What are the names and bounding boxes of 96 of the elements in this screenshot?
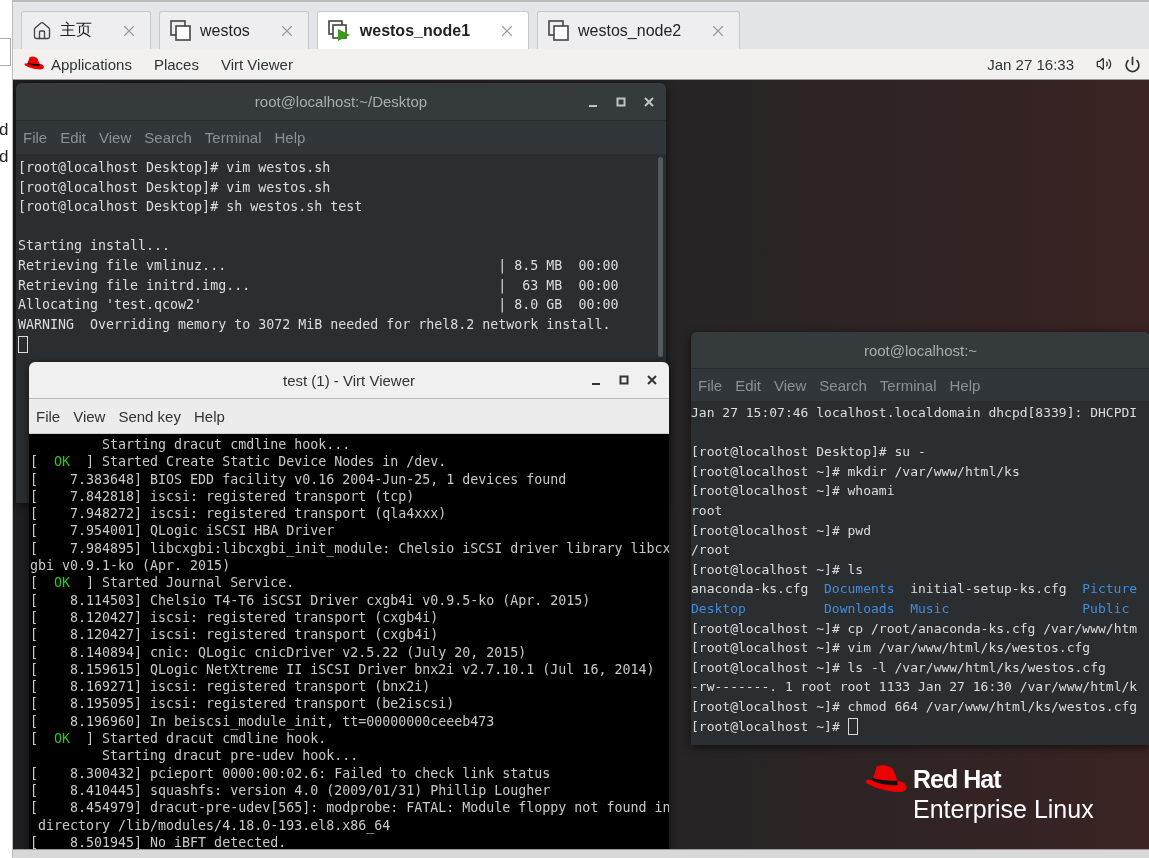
directory-name: Public [1082,599,1130,618]
directory-name: Desktop [691,599,747,618]
top-menu[interactable]: Applications [51,55,132,73]
tab[interactable]: westos_node1 [316,11,530,49]
tab[interactable]: westos [159,11,309,49]
power-icon[interactable] [1124,55,1141,73]
terminal-line: Retrieving file vmlinuz... | 8.5 MB 00:00 [18,256,620,276]
console-line: [ OK ] Started dracut cmdline hook. [30,730,328,748]
console-line: [ 8.195095] iscsi: registered transport (be2iscsi) [30,695,456,713]
maximize-icon[interactable] [617,373,631,387]
logo-text: Enterprise Linux [913,794,1094,824]
directory-name: Picture [1082,580,1138,599]
terminal-line: [root@localhost ~]# ls [691,560,865,579]
menu-item[interactable]: Search [819,376,867,394]
volume-icon[interactable] [1096,56,1112,72]
windows-icon [170,19,192,42]
terminal-line: [root@localhost ~]# cp /root/anaconda-ks.cfg /var/www/htm [691,619,1139,638]
console-line: [ 8.169271] iscsi: registered transport (bnx2i) [30,678,432,696]
directory-name: Documents [824,580,896,599]
close-icon[interactable] [645,373,659,387]
console-line: [ 7.948272] iscsi: registered transport (qla4xxx) [30,505,448,523]
console-line: [ 8.159615] QLogic NetXtreme II iSCSI Driver bnx2i v2.7.10.1 (Jul 16, 2014) [30,660,656,679]
menu-item[interactable]: Edit [735,376,762,394]
terminal-line: [root@localhost Desktop]# sh westos.sh test [18,198,364,217]
tab[interactable]: 主页 [21,11,151,49]
menu-item[interactable]: File [23,129,48,146]
cursor-icon [18,335,28,353]
terminal-line: [root@localhost Desktop]# vim westos.sh [18,178,332,197]
top-menu[interactable]: Virt Viewer [220,55,293,73]
console-line: [ 8.120427] iscsi: registered transport (cxgb4i) [30,608,440,627]
console-line: [ 7.954001] QLogic iSCSI HBA Driver [30,522,336,540]
terminal-line: [root@localhost Desktop]# su - [691,443,927,462]
cut-text: d [0,146,10,168]
console-line: [ 8.114503] Chelsio T4-T6 iSCSI Driver cxgb4i v0.9.5-ko (Apr. 2015) [30,591,592,609]
cut-text: d [0,119,10,141]
scrollbar[interactable] [658,157,663,357]
top-menu[interactable]: Places [153,55,199,73]
terminal-line: [root@localhost ~]# whoami [691,482,896,501]
console-line: Starting dracut pre-udev hook... [101,747,360,765]
console-line: [ 8.196960] In beiscsi_module_init, tt=00000000ceeeb473 [30,712,496,731]
terminal-line: [root@localhost ~]# [691,717,841,736]
terminal-line: -rw-------. 1 root root 1133 Jan 27 16:30 /var/www/html/k [691,678,1139,697]
terminal-line: root [691,501,724,520]
console-line: Starting dracut cmdline hook... [101,436,352,454]
terminal-line: Starting install... [18,237,172,256]
terminal-line: WARNING Overriding memory to 3072 MiB needed for rhel8.2 network install. [18,315,612,334]
menu-item[interactable]: View [73,407,106,425]
cursor-icon [847,717,858,735]
menu-item[interactable]: Help [274,129,306,146]
terminal-line: [root@localhost ~]# chmod 664 /var/www/html/ks/westos.cfg [691,697,1139,716]
logo-text: Red Hat [913,764,1002,794]
console-line: [ 8.501945] No iBFT detected. [30,834,288,849]
menu-item[interactable]: Terminal [879,376,937,394]
menu-item[interactable]: Edit [60,129,87,146]
clock[interactable]: Jan 27 16:33 [987,55,1074,73]
menu-item[interactable]: View [99,129,132,146]
window-title: test (1) - Virt Viewer [283,371,415,389]
directory-name: Downloads [824,599,896,618]
menu-item[interactable]: Help [193,407,225,425]
menu-item[interactable]: View [774,376,807,394]
terminal-line: /root [691,541,732,560]
terminal-line: Jan 27 15:07:46 localhost.localdomain dhcpd[8339]: DHCPDI [691,404,1139,422]
console-line: [ 7.383648] BIOS EDD facility v0.16 2004-Jun-25, 1 devices found [30,470,568,488]
file-name: initial-setup-ks.cfg [910,580,1068,599]
console-line: [ OK ] Started Create Static Device Nodes in /dev. [30,453,448,471]
menu-item[interactable]: File [698,376,723,394]
console-line: [ 8.140894] cnic: QLogic cnicDriver v2.5.22 (July 20, 2015) [30,643,528,661]
menu-item[interactable]: Search [144,129,192,146]
windows-play-icon [327,19,352,42]
terminal-line: [root@localhost Desktop]# vim westos.sh [18,159,332,177]
terminal-line: [root@localhost ~]# ls -l /var/www/html/ks/westos.cfg [691,658,1107,677]
console-line: [ 8.120427] iscsi: registered transport (cxgb4i) [30,626,440,644]
console-line: directory /lib/modules/4.18.0-193.el8.x86_64 [37,816,392,834]
menu-item[interactable]: Help [949,376,981,394]
close-icon[interactable] [642,94,656,109]
console-line: [ 7.842818] iscsi: registered transport (tcp) [30,487,416,506]
terminal-line: [root@localhost ~]# vim /var/www/html/ks/westos.cfg [691,639,1092,658]
console-line: gbi v0.9.1-ko (Apr. 2015) [30,557,232,575]
menu-item[interactable]: File [36,407,61,425]
directory-name: Music [910,599,951,618]
window-title: root@localhost:~ [863,341,978,359]
terminal-line: [root@localhost ~]# mkdir /var/www/html/ks [691,462,1021,481]
terminal-line: Retrieving file initrd.img... | 63 MB 00:00 [18,276,620,296]
file-name: anaconda-ks.cfg [691,580,810,599]
console-line: [ OK ] Started Journal Service. [30,574,296,592]
menu-item[interactable]: Send key [118,407,181,425]
terminal-line: [root@localhost ~]# pwd [691,521,872,540]
windows-icon [548,19,571,42]
console-line: [ 8.300432] pcieport 0000:00:02.6: Failed to check link status [30,764,552,782]
menu-item[interactable]: Terminal [204,129,262,146]
tab[interactable]: westos_node2 [537,11,741,49]
terminal-line: Allocating 'test.qcow2' | 8.0 GB 00:00 [18,296,620,315]
home-icon [32,20,52,41]
window-title: root@localhost:~/Desktop [254,93,428,110]
console-line: [ 8.454979] dracut-pre-udev[565]: modprobe: FATAL: Module floppy not found in [30,799,669,817]
console-line: [ 8.410445] squashfs: version 4.0 (2009/01/31) Phillip Lougher [30,781,552,800]
